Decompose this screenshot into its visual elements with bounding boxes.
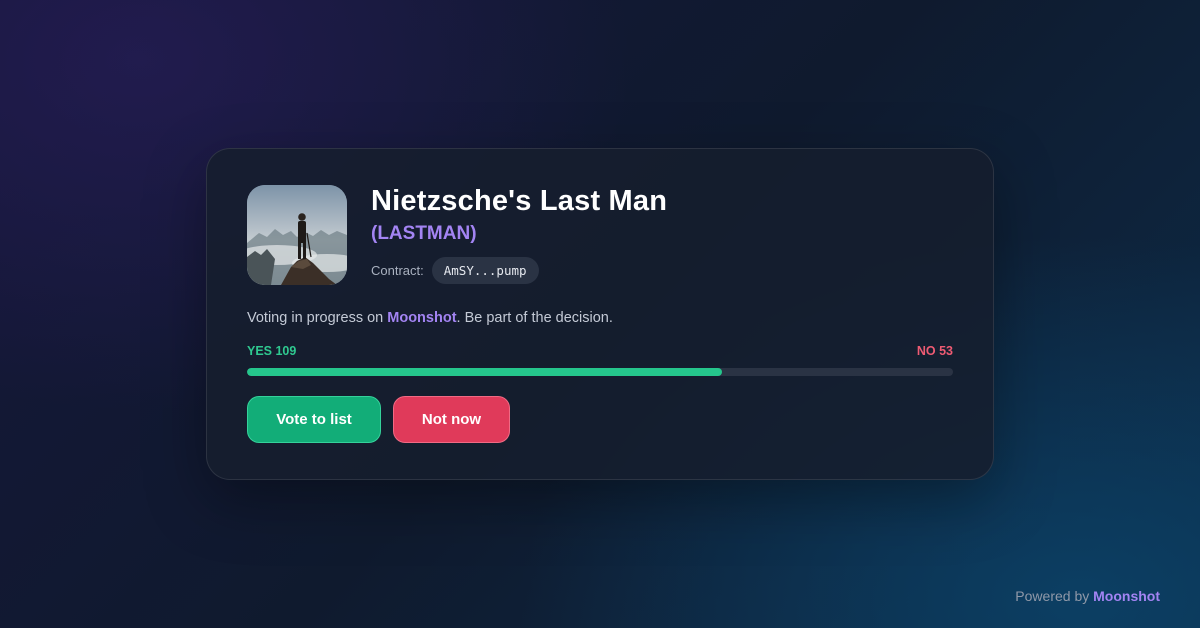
token-ticker: (LASTMAN) [371, 223, 477, 244]
token-card: Nietzsche's Last Man (LASTMAN) Contract:… [206, 148, 994, 480]
description-prefix: Voting in progress on [247, 310, 388, 326]
powered-by-footer: Powered by Moonshot [1015, 588, 1160, 604]
description-suffix: . Be part of the decision. [456, 310, 613, 326]
yes-vote-count: YES 109 [247, 344, 297, 358]
token-name: Nietzsche's Last Man [371, 185, 668, 217]
contract-address-chip[interactable]: AmSY...pump [431, 256, 539, 284]
contract-row: Contract: AmSY...pump [371, 256, 539, 284]
vote-progress-bar [247, 368, 953, 376]
vote-to-list-button[interactable]: Vote to list [247, 396, 381, 443]
description-platform: Moonshot [387, 310, 457, 326]
contract-label: Contract: [371, 262, 424, 278]
footer-prefix: Powered by [1015, 588, 1094, 604]
vote-progress-fill [247, 368, 723, 376]
voting-description: Voting in progress on Moonshot. Be part … [247, 310, 613, 326]
token-image [247, 185, 347, 285]
not-now-button[interactable]: Not now [393, 396, 510, 443]
no-vote-count: NO 53 [916, 344, 953, 358]
footer-brand-link[interactable]: Moonshot [1093, 588, 1160, 604]
